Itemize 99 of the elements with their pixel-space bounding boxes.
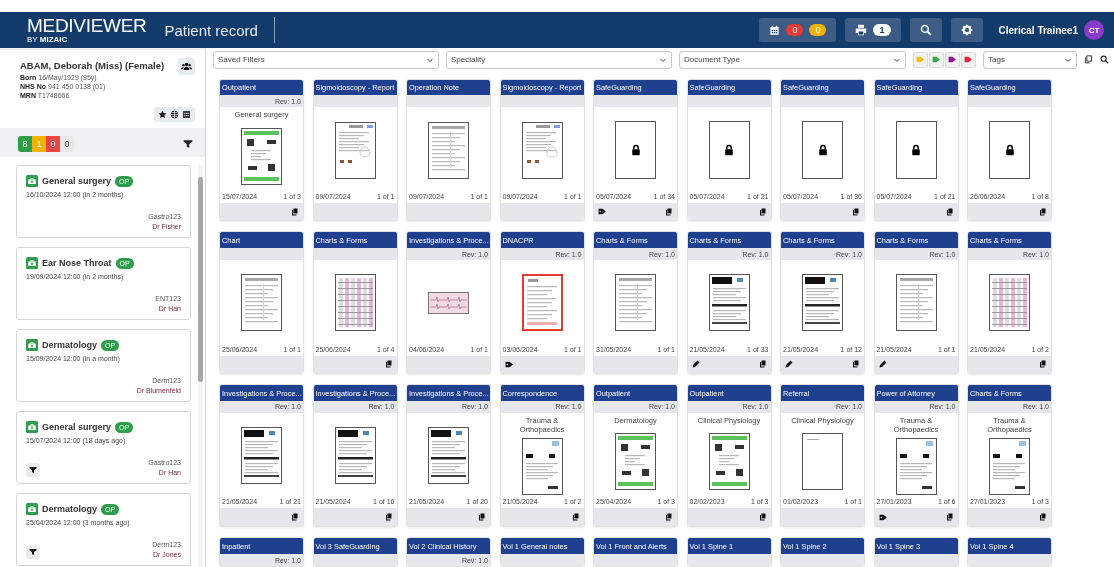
search-button[interactable] [909, 18, 942, 42]
user-name[interactable]: Clerical Trainee1 [998, 24, 1078, 36]
filter-icon [29, 548, 37, 556]
saved-filters-dropdown[interactable]: Saved Filters [213, 50, 439, 69]
star-icon[interactable] [158, 110, 167, 119]
copy-icon[interactable] [1084, 55, 1093, 65]
tag-icon[interactable] [504, 359, 514, 369]
document-thumbnail [615, 274, 656, 332]
patient-name: ABAM, Deborah (Miss) (Female) [20, 60, 166, 71]
lock-icon [816, 144, 829, 157]
tag-filter-button[interactable] [945, 51, 960, 68]
people-button[interactable] [178, 58, 195, 75]
user-avatar[interactable]: CT [1084, 20, 1104, 40]
document-thumbnail [241, 274, 282, 332]
filter-button[interactable] [26, 545, 40, 559]
document-thumbnail [521, 274, 563, 332]
document-thumbnail [334, 427, 376, 485]
document-thumbnail [708, 433, 750, 491]
tag-icon[interactable] [598, 207, 607, 217]
count-badge: 0 [786, 24, 804, 36]
medical-bag-icon [26, 175, 38, 187]
calendar-icon [769, 24, 781, 36]
tag-icon[interactable] [878, 512, 888, 522]
document-thumbnail [895, 437, 937, 495]
settings-button[interactable] [950, 18, 983, 42]
count-badge: 0 [809, 24, 827, 36]
copy-icon[interactable] [1039, 360, 1047, 369]
document-thumbnail [334, 121, 376, 179]
copy-icon[interactable] [384, 360, 393, 369]
scrollbar[interactable] [198, 165, 203, 567]
copy-icon[interactable] [758, 360, 767, 369]
medical-bag-icon [26, 503, 38, 515]
copy-icon[interactable] [291, 207, 299, 216]
document-thumbnail [989, 274, 1030, 332]
document-thumbnail [428, 427, 469, 485]
document-thumbnail [895, 274, 937, 332]
copy-icon[interactable] [758, 513, 767, 522]
logo-tagline: BY MIZAIC [27, 36, 69, 44]
document-thumbnail [989, 437, 1030, 495]
document-thumbnail [615, 433, 656, 491]
print-icon [855, 24, 868, 36]
lock-icon [910, 144, 922, 157]
settings-icon [960, 24, 973, 36]
filter-icon [29, 466, 37, 474]
copy-icon[interactable] [665, 207, 673, 216]
copy-icon[interactable] [852, 360, 860, 369]
people-icon [181, 61, 192, 72]
pencil-icon[interactable] [785, 360, 793, 369]
copy-icon[interactable] [1039, 513, 1047, 522]
copy-icon[interactable] [291, 513, 299, 522]
calendar-icon[interactable] [182, 110, 191, 119]
copy-icon[interactable] [1039, 207, 1047, 216]
copy-icon[interactable] [571, 513, 580, 522]
medical-bag-icon [26, 421, 38, 433]
copy-icon[interactable] [945, 207, 954, 216]
copy-icon[interactable] [758, 207, 767, 216]
filter-button[interactable] [26, 463, 40, 477]
lock-icon [1003, 144, 1016, 157]
appointment-title: Ear Nose Throat [42, 258, 112, 268]
search-icon[interactable] [1100, 55, 1109, 65]
copy-icon[interactable] [384, 513, 393, 522]
copy-icon[interactable] [665, 513, 673, 522]
page-title: Patient record [164, 17, 275, 43]
tags-dropdown[interactable]: Tags [983, 50, 1077, 69]
copy-icon[interactable] [852, 207, 860, 216]
document-type-dropdown[interactable]: Document Type [679, 50, 906, 69]
appointment-title: General surgery [42, 422, 112, 432]
copy-icon[interactable] [478, 513, 486, 522]
copy-icon[interactable] [945, 513, 954, 522]
document-thumbnail [521, 437, 563, 495]
document-thumbnail [802, 433, 843, 491]
tag-filter-button[interactable] [961, 51, 976, 68]
status-count[interactable]: 0 [60, 135, 74, 152]
appointment-title: Dermatology [42, 340, 97, 350]
medical-bag-icon [26, 257, 38, 269]
pencil-icon[interactable] [878, 360, 887, 369]
document-thumbnail [241, 427, 282, 485]
status-count[interactable]: 0 [46, 135, 60, 152]
filter-icon[interactable] [183, 138, 193, 149]
pencil-icon[interactable] [691, 360, 700, 369]
appointment-title: Dermatology [42, 504, 97, 514]
globe-icon[interactable] [170, 110, 179, 119]
search-icon [919, 24, 932, 36]
lock-icon [723, 144, 735, 157]
document-thumbnail [428, 121, 469, 179]
medical-bag-icon [26, 339, 38, 351]
count-badge: 1 [873, 24, 891, 36]
calendar-button[interactable]: 0 0 [759, 18, 837, 42]
lock-icon [629, 144, 642, 157]
appointment-title: General surgery [42, 176, 112, 186]
document-thumbnail [708, 274, 750, 332]
speciality-dropdown[interactable]: Speciality [446, 50, 672, 69]
document-thumbnail [521, 121, 563, 179]
logo: MEDIVIEWER [27, 16, 147, 35]
document-thumbnail [334, 274, 376, 332]
document-thumbnail [802, 274, 843, 332]
print-button[interactable]: 1 [845, 18, 901, 42]
document-thumbnail [241, 127, 282, 185]
document-thumbnail [428, 291, 469, 314]
